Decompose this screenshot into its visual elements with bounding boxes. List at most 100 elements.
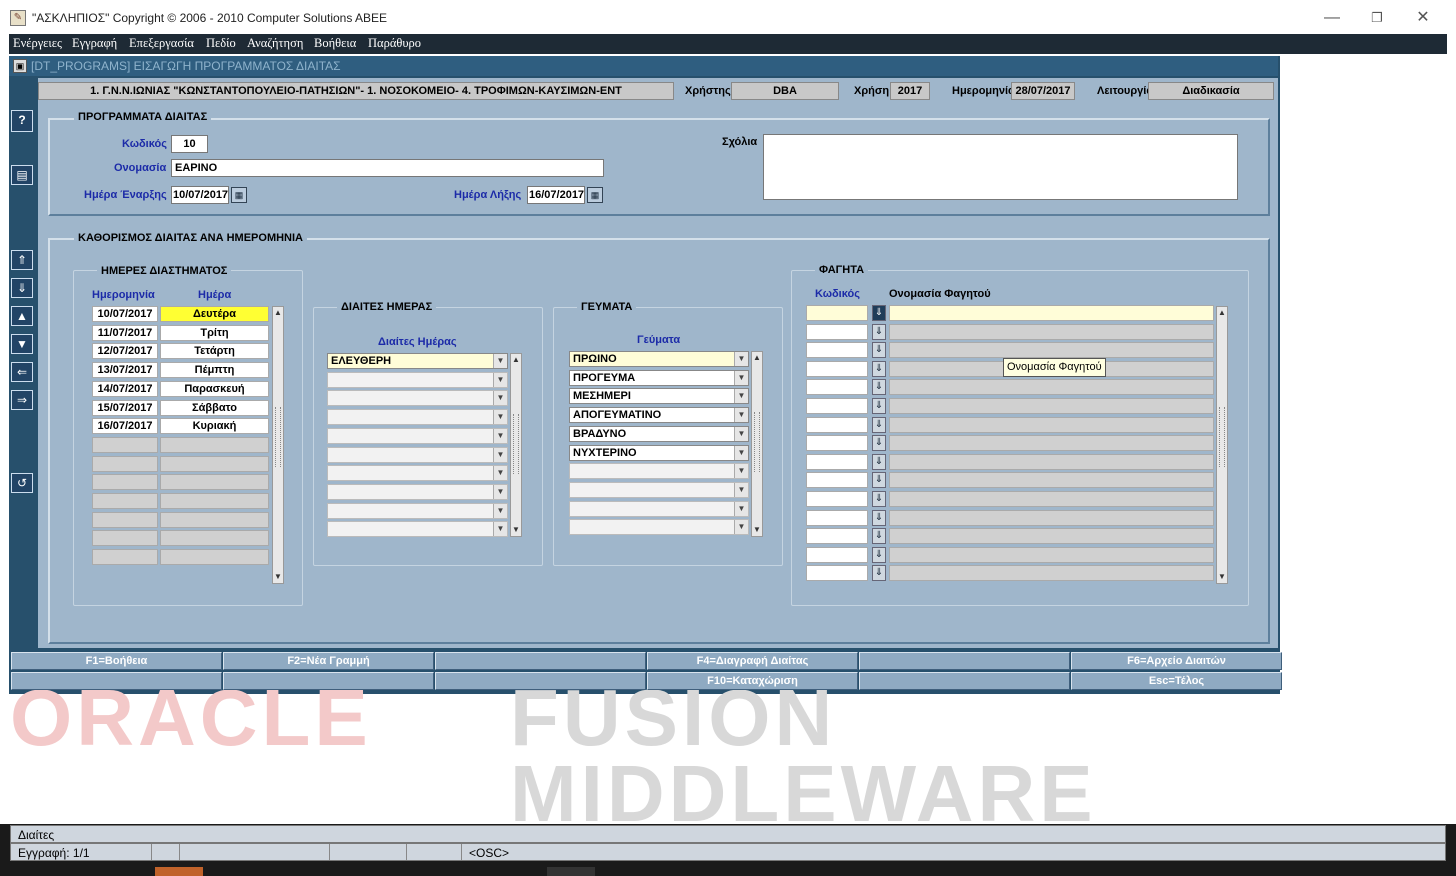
function-key-button[interactable]: F2=Νέα Γραμμή: [223, 652, 434, 670]
list-of-values-icon[interactable]: ⇓: [872, 342, 886, 358]
chevron-down-icon[interactable]: ▼: [734, 408, 748, 422]
list-of-values-icon[interactable]: ⇓: [872, 454, 886, 470]
food-name-cell[interactable]: [889, 528, 1214, 544]
calendar-icon[interactable]: ▦: [587, 187, 603, 203]
day-date-cell[interactable]: [92, 512, 158, 528]
chevron-down-icon[interactable]: ▼: [734, 352, 748, 366]
empty-function-key[interactable]: [435, 672, 646, 690]
food-code-cell[interactable]: [806, 491, 868, 507]
diets-scrollbar[interactable]: ▲ ▼: [510, 353, 522, 537]
diet-dropdown[interactable]: ▼: [327, 503, 508, 519]
empty-function-key[interactable]: [11, 672, 222, 690]
comments-field[interactable]: [763, 134, 1238, 200]
save-icon[interactable]: ▤: [11, 165, 33, 185]
meal-dropdown[interactable]: ΑΠΟΓΕΥΜΑΤΙΝΟ ▼: [569, 407, 749, 423]
taskbar-item[interactable]: [547, 867, 595, 876]
list-of-values-icon[interactable]: ⇓: [872, 361, 886, 377]
foods-scrollbar[interactable]: ▲ ▼: [1216, 306, 1228, 584]
scroll-down-icon[interactable]: ▼: [1217, 571, 1227, 583]
diet-dropdown[interactable]: ▼: [327, 465, 508, 481]
meal-dropdown[interactable]: ΝΥΧΤΕΡΙΝΟ ▼: [569, 445, 749, 461]
first-record-icon[interactable]: ⇑: [11, 250, 33, 270]
scroll-up-icon[interactable]: ▲: [752, 352, 762, 364]
day-name-cell[interactable]: [160, 456, 269, 472]
day-date-cell[interactable]: 11/07/2017: [92, 325, 158, 341]
meal-dropdown[interactable]: ΠΡΩΙΝΟ ▼: [569, 351, 749, 367]
scroll-grip[interactable]: [275, 407, 281, 467]
chevron-down-icon[interactable]: ▼: [493, 522, 507, 536]
close-icon[interactable]: ✕: [1403, 6, 1443, 30]
function-key-button[interactable]: F10=Καταχώριση: [647, 672, 858, 690]
function-key-button[interactable]: F1=Βοήθεια: [11, 652, 222, 670]
chevron-down-icon[interactable]: ▼: [493, 448, 507, 462]
menu-window[interactable]: Παράθυρο: [368, 36, 421, 51]
chevron-down-icon[interactable]: ▼: [493, 466, 507, 480]
diet-dropdown[interactable]: ▼: [327, 372, 508, 388]
day-date-cell[interactable]: [92, 549, 158, 565]
function-key-button[interactable]: Esc=Τέλος: [1071, 672, 1282, 690]
list-of-values-icon[interactable]: ⇓: [872, 547, 886, 563]
day-date-cell[interactable]: 14/07/2017: [92, 381, 158, 397]
day-name-cell[interactable]: Σάββατο: [160, 400, 269, 416]
meal-dropdown[interactable]: ▼: [569, 519, 749, 535]
name-field[interactable]: ΕΑΡΙΝΟ: [171, 159, 604, 177]
menu-record[interactable]: Εγγραφή: [72, 36, 117, 51]
menu-actions[interactable]: Ενέργειες: [13, 36, 62, 51]
previous-block-icon[interactable]: ⇐: [11, 362, 33, 382]
chevron-down-icon[interactable]: ▼: [493, 354, 507, 368]
food-code-cell[interactable]: [806, 305, 868, 321]
diet-dropdown[interactable]: ▼: [327, 521, 508, 537]
food-code-cell[interactable]: [806, 342, 868, 358]
day-date-cell[interactable]: [92, 474, 158, 490]
diet-dropdown[interactable]: ▼: [327, 447, 508, 463]
scroll-grip[interactable]: [1219, 407, 1225, 467]
undo-icon[interactable]: ↺: [11, 473, 33, 493]
day-name-cell[interactable]: [160, 549, 269, 565]
scroll-grip[interactable]: [513, 414, 519, 474]
food-name-cell[interactable]: [889, 454, 1214, 470]
menu-field[interactable]: Πεδίο: [206, 36, 236, 51]
food-code-cell[interactable]: [806, 398, 868, 414]
food-code-cell[interactable]: [806, 565, 868, 581]
diet-dropdown[interactable]: ▼: [327, 428, 508, 444]
days-scrollbar[interactable]: ▲ ▼: [272, 306, 284, 584]
list-of-values-icon[interactable]: ⇓: [872, 528, 886, 544]
list-of-values-icon[interactable]: ⇓: [872, 491, 886, 507]
diet-dropdown[interactable]: ▼: [327, 484, 508, 500]
day-name-cell[interactable]: [160, 530, 269, 546]
chevron-down-icon[interactable]: ▼: [734, 483, 748, 497]
chevron-down-icon[interactable]: ▼: [493, 485, 507, 499]
day-name-cell[interactable]: Τρίτη: [160, 325, 269, 341]
scroll-grip[interactable]: [754, 412, 760, 472]
diet-dropdown[interactable]: ΕΛΕΥΘΕΡΗ ▼: [327, 353, 508, 369]
food-code-cell[interactable]: [806, 510, 868, 526]
chevron-down-icon[interactable]: ▼: [734, 520, 748, 534]
scroll-up-icon[interactable]: ▲: [511, 354, 521, 366]
empty-function-key[interactable]: [223, 672, 434, 690]
menu-help[interactable]: Βοήθεια: [314, 36, 356, 51]
chevron-down-icon[interactable]: ▼: [734, 502, 748, 516]
day-date-cell[interactable]: [92, 456, 158, 472]
chevron-down-icon[interactable]: ▼: [493, 391, 507, 405]
diet-dropdown[interactable]: ▼: [327, 390, 508, 406]
empty-function-key[interactable]: [859, 672, 1070, 690]
chevron-down-icon[interactable]: ▼: [493, 429, 507, 443]
day-name-cell[interactable]: Πέμπτη: [160, 362, 269, 378]
food-name-cell[interactable]: [889, 547, 1214, 563]
day-date-cell[interactable]: 16/07/2017: [92, 418, 158, 434]
chevron-down-icon[interactable]: ▼: [493, 373, 507, 387]
day-name-cell[interactable]: Παρασκευή: [160, 381, 269, 397]
meal-dropdown[interactable]: ▼: [569, 501, 749, 517]
meals-scrollbar[interactable]: ▲ ▼: [751, 351, 763, 537]
previous-record-icon[interactable]: ▲: [11, 306, 33, 326]
chevron-down-icon[interactable]: ▼: [734, 427, 748, 441]
function-key-button[interactable]: F6=Αρχείο Διαιτών: [1071, 652, 1282, 670]
day-name-cell[interactable]: Τετάρτη: [160, 343, 269, 359]
scroll-down-icon[interactable]: ▼: [511, 524, 521, 536]
day-name-cell[interactable]: [160, 474, 269, 490]
food-code-cell[interactable]: [806, 472, 868, 488]
chevron-down-icon[interactable]: ▼: [734, 464, 748, 478]
food-name-cell[interactable]: [889, 472, 1214, 488]
scroll-down-icon[interactable]: ▼: [273, 571, 283, 583]
help-button[interactable]: ?: [11, 110, 33, 132]
